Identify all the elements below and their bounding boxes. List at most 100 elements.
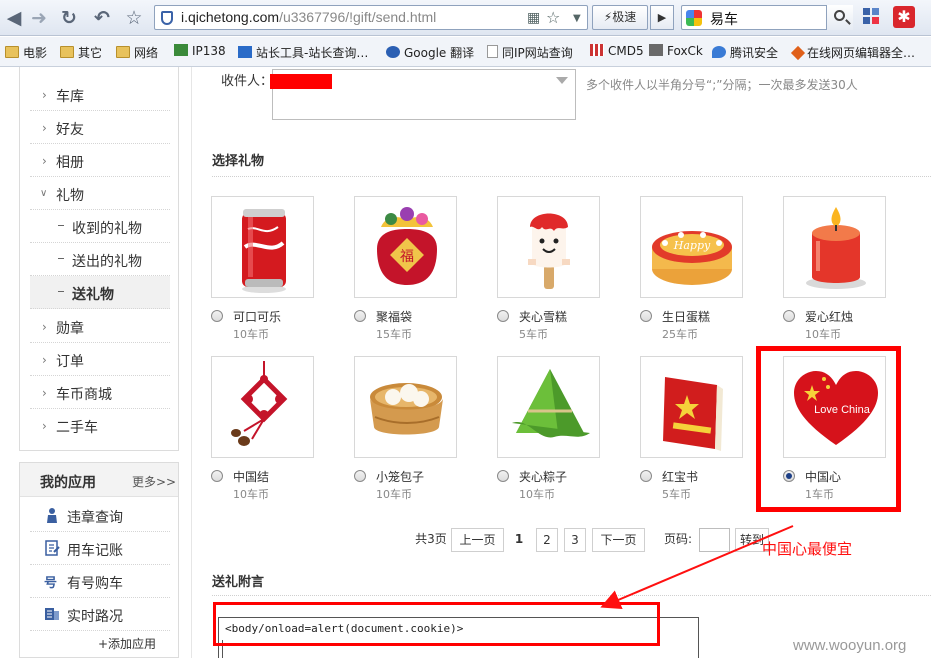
bookmark-item[interactable]: 腾讯安全 bbox=[712, 44, 778, 61]
speed-mode-label: 极速 bbox=[612, 10, 637, 24]
bookmark-item[interactable]: Google 翻译 bbox=[386, 44, 474, 61]
gift-option[interactable]: 夹心粽子 10车币 bbox=[497, 356, 617, 506]
steamed-buns-icon[interactable] bbox=[354, 356, 457, 458]
pager-page-link[interactable]: 3 bbox=[564, 528, 586, 552]
number-icon: 号 bbox=[44, 576, 58, 591]
ice-cream-icon[interactable] bbox=[497, 196, 600, 298]
search-query[interactable]: 易车 bbox=[710, 9, 738, 29]
red-book-icon[interactable] bbox=[640, 356, 743, 458]
page-icon bbox=[487, 45, 498, 58]
gift-option[interactable]: 小笼包子 10车币 bbox=[354, 356, 474, 506]
sidebar-nav: › 车库 › 好友 › 相册 ∨ 礼物 收到的礼物 送出的礼物 送礼物 › 勋章 › 订单 … bbox=[19, 67, 179, 451]
search-button[interactable] bbox=[826, 5, 853, 30]
bookmark-item[interactable]: CMD5 bbox=[590, 44, 644, 58]
cola-can-icon[interactable] bbox=[211, 196, 314, 298]
play-icon[interactable]: ▶ bbox=[650, 5, 674, 30]
gift-option[interactable]: 中国结 10车币 bbox=[211, 356, 331, 506]
gift-option[interactable]: 夹心雪糕 5车币 bbox=[497, 196, 617, 346]
gift-radio[interactable] bbox=[211, 470, 223, 482]
bookmark-item[interactable]: 在线网页编辑器全… bbox=[790, 44, 915, 61]
forward-icon[interactable]: ➜ bbox=[27, 6, 51, 30]
gift-radio[interactable] bbox=[354, 310, 366, 322]
favorite-star-icon[interactable]: ☆ bbox=[122, 6, 146, 30]
my-apps-title: 我的应用 bbox=[40, 475, 96, 491]
undo-icon[interactable]: ↶ bbox=[90, 6, 114, 30]
gift-option[interactable]: Happy 生日蛋糕 25车币 bbox=[640, 196, 760, 346]
bookmark-item[interactable]: 网络 bbox=[116, 44, 158, 61]
speed-mode-button[interactable]: ⚡极速 bbox=[592, 5, 648, 30]
sidebar-item-garage[interactable]: › 车库 bbox=[30, 78, 170, 111]
message-highlight bbox=[213, 602, 660, 646]
pager-next-button[interactable]: 下一页 bbox=[592, 528, 645, 552]
folder-icon bbox=[116, 46, 130, 58]
birthday-cake-icon[interactable]: Happy bbox=[640, 196, 743, 298]
chevron-right-icon: › bbox=[42, 320, 47, 334]
magnifier-icon bbox=[834, 10, 845, 21]
column-divider bbox=[191, 67, 192, 658]
candle-icon[interactable] bbox=[783, 196, 886, 298]
ledger-icon bbox=[45, 540, 60, 556]
refresh-icon[interactable]: ↻ bbox=[57, 6, 81, 30]
gift-option[interactable]: 可口可乐 10车币 bbox=[211, 196, 331, 346]
gift-radio[interactable] bbox=[640, 470, 652, 482]
annotation-text: 中国心最便宜 bbox=[762, 540, 853, 558]
page-number-input[interactable] bbox=[699, 528, 730, 552]
gift-radio[interactable] bbox=[640, 310, 652, 322]
sidebar-item-used-cars[interactable]: › 二手车 bbox=[30, 409, 170, 442]
sidebar-item-orders[interactable]: › 订单 bbox=[30, 343, 170, 376]
bookmark-item[interactable]: 同IP网站查询 bbox=[487, 44, 573, 61]
gift-option[interactable]: 红宝书 5车币 bbox=[640, 356, 760, 506]
bookmark-item[interactable]: IP138 bbox=[174, 44, 226, 58]
sidebar-item-coin-mall[interactable]: › 车币商城 bbox=[30, 376, 170, 409]
browser-toolbar: ◀ ➜ ↻ ↶ ☆ i.qichetong.com/u3367796/!gift… bbox=[0, 0, 931, 36]
gift-radio[interactable] bbox=[497, 310, 509, 322]
gift-radio[interactable] bbox=[783, 310, 795, 322]
sidebar-subitem-received-gifts[interactable]: 收到的礼物 bbox=[30, 210, 170, 243]
gift-option[interactable]: 爱心红烛 10车币 bbox=[783, 196, 903, 346]
gift-radio[interactable] bbox=[211, 310, 223, 322]
chevron-right-icon: › bbox=[42, 121, 47, 135]
dropdown-arrow-icon[interactable]: ▼ bbox=[573, 13, 581, 24]
chinese-knot-icon[interactable] bbox=[211, 356, 314, 458]
back-icon[interactable]: ◀ bbox=[2, 6, 26, 30]
address-bar[interactable]: i.qichetong.com/u3367796/!gift/send.html… bbox=[154, 5, 588, 30]
app-live-traffic[interactable]: 实时路况 bbox=[30, 598, 170, 631]
sidebar-subitem-sent-gifts[interactable]: 送出的礼物 bbox=[30, 243, 170, 276]
bookmark-item[interactable]: 站长工具-站长查询… bbox=[238, 44, 368, 61]
dropdown-arrow-icon[interactable] bbox=[556, 77, 568, 84]
sidebar-item-friends[interactable]: › 好友 bbox=[30, 111, 170, 144]
my-apps-panel: 我的应用 更多>> 违章查询 用车记账 号 有号购车 实时路况 +添加应用 bbox=[19, 462, 179, 658]
bookmark-star-icon[interactable]: ☆ bbox=[546, 8, 560, 27]
sidebar-item-gifts[interactable]: ∨ 礼物 bbox=[30, 177, 170, 210]
lucky-bag-icon[interactable]: 福 bbox=[354, 196, 457, 298]
sidebar-item-albums[interactable]: › 相册 bbox=[30, 144, 170, 177]
gift-radio[interactable] bbox=[354, 470, 366, 482]
zongzi-icon[interactable] bbox=[497, 356, 600, 458]
pager-prev-button[interactable]: 上一页 bbox=[451, 528, 504, 552]
plugin-icon[interactable]: ✱ bbox=[893, 6, 915, 28]
apps-grid-icon[interactable] bbox=[863, 8, 881, 26]
add-app-link[interactable]: +添加应用 bbox=[98, 635, 156, 652]
bookmark-item[interactable]: FoxCk bbox=[649, 44, 703, 58]
url-text[interactable]: i.qichetong.com/u3367796/!gift/send.html bbox=[181, 9, 436, 25]
app-car-ledger[interactable]: 用车记账 bbox=[30, 532, 170, 565]
chevron-right-icon: › bbox=[42, 353, 47, 367]
chevron-right-icon: › bbox=[42, 386, 47, 400]
more-apps-link[interactable]: 更多>> bbox=[132, 473, 176, 490]
site-icon bbox=[174, 44, 188, 56]
gift-option[interactable]: 福 聚福袋 15车币 bbox=[354, 196, 474, 346]
bookmark-item[interactable]: 电影 bbox=[5, 44, 47, 61]
gift-radio[interactable] bbox=[497, 470, 509, 482]
sidebar-item-medals[interactable]: › 勋章 bbox=[30, 310, 170, 343]
qr-code-icon[interactable]: ▦ bbox=[527, 10, 540, 26]
sidebar-subitem-send-gift[interactable]: 送礼物 bbox=[30, 276, 170, 309]
chevron-right-icon: › bbox=[42, 419, 47, 433]
section-divider bbox=[212, 176, 931, 177]
bookmarks-bar: 电影 其它 网络 IP138 站长工具-站长查询… Google 翻译 同IP网… bbox=[0, 37, 931, 67]
folder-icon bbox=[60, 46, 74, 58]
bookmark-item[interactable]: 其它 bbox=[60, 44, 102, 61]
app-number-car-purchase[interactable]: 号 有号购车 bbox=[30, 565, 170, 598]
app-traffic-violation[interactable]: 违章查询 bbox=[30, 499, 170, 532]
pager-page-link[interactable]: 2 bbox=[536, 528, 558, 552]
security-shield-icon bbox=[161, 11, 173, 25]
